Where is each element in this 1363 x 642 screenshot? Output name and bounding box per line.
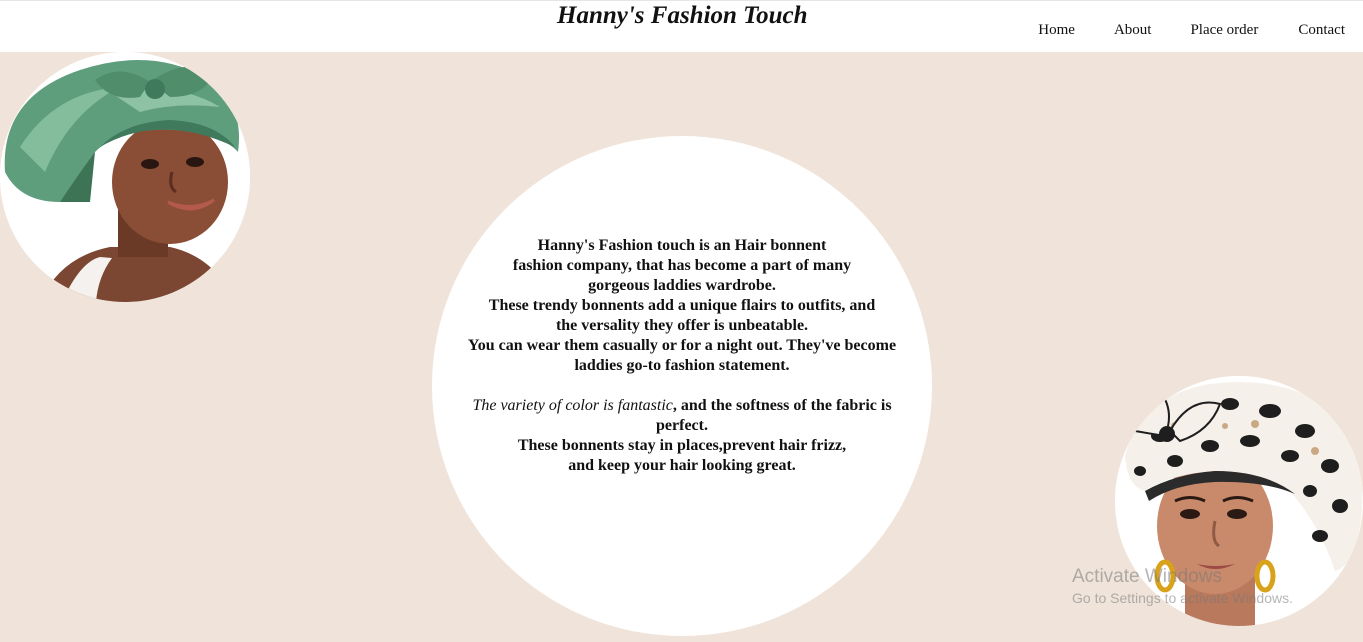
about-line: perfect. [656, 417, 708, 434]
green-bonnet-model-image [0, 52, 250, 302]
main-nav: Home About Place order Contact [1038, 20, 1363, 40]
site-header: Hanny's Fashion Touch Home About Place o… [0, 0, 1363, 52]
nav-contact-link[interactable]: Contact [1298, 20, 1345, 40]
about-line: gorgeous laddies wardrobe. [588, 277, 776, 294]
about-italic-phrase: The variety of color is fantastic [472, 397, 673, 414]
about-line: Hanny's Fashion touch is an Hair bonnent [537, 237, 827, 254]
nav-home-link[interactable]: Home [1038, 20, 1075, 40]
nav-about-link[interactable]: About [1114, 20, 1152, 40]
about-line-continuation: , and the softness of the fabric is [672, 397, 892, 414]
about-line: the versality they offer is unbeatable. [555, 317, 809, 334]
about-line: You can wear them casually or for a nigh… [467, 337, 897, 354]
nav-place-order-link[interactable]: Place order [1190, 20, 1258, 40]
about-description: Hanny's Fashion touch is an Hair bonnent… [448, 236, 916, 476]
about-line: These bonnents stay in places,prevent ha… [517, 437, 847, 454]
about-line: laddies go-to fashion statement. [574, 357, 790, 374]
about-line: The variety of color is fantastic, and t… [448, 396, 916, 416]
site-title: Hanny's Fashion Touch [557, 2, 808, 29]
about-line: and keep your hair looking great. [568, 457, 796, 474]
about-line: These trendy bonnents add a unique flair… [488, 297, 876, 314]
about-line: fashion company, that has become a part … [512, 257, 852, 274]
leopard-bonnet-model-image [1115, 376, 1363, 626]
